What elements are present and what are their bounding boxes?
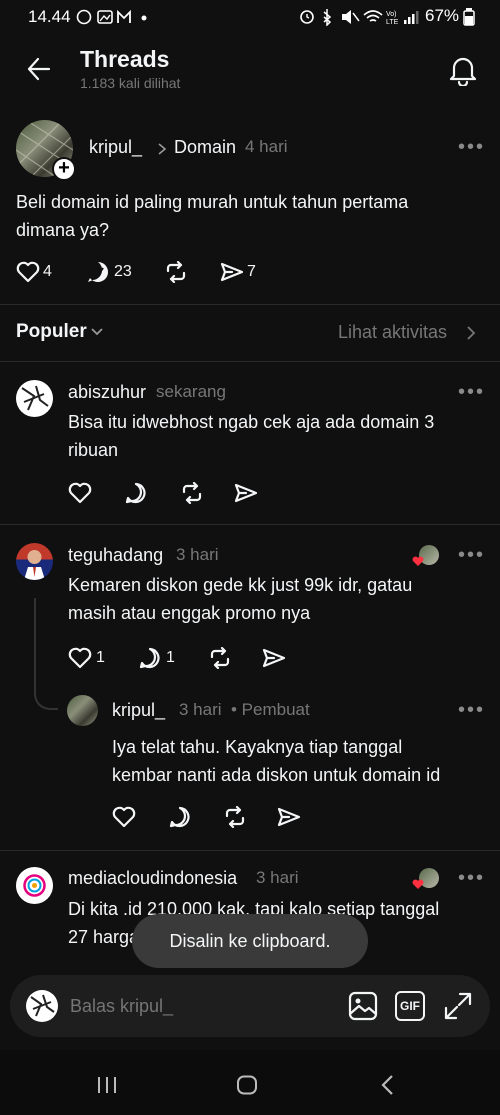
share-icon[interactable] — [277, 806, 301, 828]
divider — [0, 524, 500, 525]
comment-icon[interactable] — [138, 646, 162, 670]
battery-percent: 67% — [425, 6, 460, 25]
post-topic[interactable]: Domain — [174, 137, 236, 158]
comment-text-line: Kemaren diskon gede kk just 99k idr, gat… — [68, 575, 413, 595]
page-title: Threads — [80, 46, 170, 72]
gif-button[interactable]: GIF — [395, 991, 425, 1021]
post-time: 4 hari — [245, 137, 288, 156]
comment-avatar[interactable] — [16, 380, 53, 417]
post-text-line: Beli domain id paling murah untuk tahun … — [16, 192, 409, 212]
comment-text: Kemaren diskon gede kk just 99k idr, gat… — [68, 571, 488, 627]
comment-author[interactable]: teguhadang — [68, 545, 163, 566]
clipboard-toast: Disalin ke clipboard. — [132, 914, 368, 968]
notification-icons — [76, 9, 147, 25]
heart-icon[interactable] — [16, 261, 40, 283]
comment-more-icon[interactable]: ••• — [458, 381, 485, 404]
chevron-down-icon[interactable] — [90, 327, 104, 337]
reply-time: 3 hari — [179, 700, 222, 719]
comment-more-icon[interactable]: ••• — [458, 544, 485, 567]
thread-connector — [34, 598, 58, 710]
status-time: 14.44 — [28, 7, 71, 26]
repost-icon[interactable] — [164, 261, 188, 283]
reply-verified-icon[interactable] — [86, 260, 110, 284]
divider — [0, 304, 500, 305]
bell-icon[interactable] — [449, 54, 477, 86]
divider — [0, 850, 500, 851]
heart-icon[interactable] — [112, 806, 136, 828]
image-icon[interactable] — [348, 991, 378, 1021]
post-like-count: 4 — [43, 263, 52, 280]
reply-author[interactable]: kripul_ — [112, 700, 165, 721]
chevron-right-icon — [158, 143, 167, 155]
heart-badge-icon — [412, 556, 424, 566]
svg-text:Vo): Vo) — [386, 11, 397, 18]
back-arrow-icon[interactable] — [26, 56, 52, 82]
post-text-line: dimana ya? — [16, 220, 110, 240]
comment-author[interactable]: mediacloudindonesia — [68, 868, 237, 889]
my-avatar — [26, 990, 58, 1022]
comment-text: Bisa itu idwebhost ngab cek aja ada doma… — [68, 408, 488, 464]
share-icon[interactable] — [234, 482, 258, 504]
view-count: 1.183 kali dilihat — [80, 75, 181, 91]
reply-bar: GIF — [10, 975, 490, 1037]
share-icon[interactable] — [220, 261, 244, 283]
back-icon[interactable] — [380, 1074, 396, 1096]
comment-text-line: Bisa itu idwebhost ngab cek aja ada doma… — [68, 412, 435, 432]
post-more-icon[interactable]: ••• — [458, 136, 485, 159]
reply-more-icon[interactable]: ••• — [458, 699, 485, 722]
post-reply-count: 23 — [114, 263, 132, 280]
svg-text:LTE: LTE — [386, 19, 399, 26]
heart-icon[interactable] — [68, 482, 92, 504]
comment-time: sekarang — [156, 382, 226, 401]
post-author-name[interactable]: kripul_ — [89, 137, 142, 158]
comment-reply-count: 1 — [166, 649, 175, 666]
reply-text: Iya telat tahu. Kayaknya tiap tanggal ke… — [112, 733, 492, 789]
reply-text-line: kembar nanti ada diskon untuk domain id — [112, 765, 441, 785]
comment-icon[interactable] — [124, 481, 148, 505]
repost-icon[interactable] — [223, 806, 247, 828]
repost-icon[interactable] — [208, 647, 232, 669]
system-icons: Vo) LTE — [300, 9, 419, 26]
comment-time: 3 hari — [176, 545, 219, 564]
comment-text-line: masih atau enggak promo nya — [68, 603, 311, 623]
comment-time: 3 hari — [256, 868, 299, 887]
expand-icon[interactable] — [443, 991, 473, 1021]
chevron-right-icon[interactable] — [466, 325, 476, 341]
comment-more-icon[interactable]: ••• — [458, 867, 485, 890]
comment-author[interactable]: abiszuhur — [68, 382, 146, 403]
sort-popular-dropdown[interactable]: Populer — [16, 321, 87, 343]
home-icon[interactable] — [236, 1075, 258, 1095]
reply-input[interactable] — [70, 989, 320, 1023]
recent-apps-icon[interactable] — [96, 1075, 118, 1095]
divider — [0, 361, 500, 362]
comment-avatar[interactable] — [16, 543, 53, 580]
follow-plus-icon[interactable]: + — [52, 157, 76, 181]
header: Threads 1.183 kali dilihat — [0, 34, 500, 106]
post-share-count: 7 — [247, 263, 256, 280]
battery-icon — [463, 8, 475, 26]
post-text: Beli domain id paling murah untuk tahun … — [16, 188, 486, 244]
share-icon[interactable] — [262, 647, 286, 669]
heart-icon[interactable] — [68, 647, 92, 669]
author-badge: • Pembuat — [231, 700, 310, 719]
heart-badge-icon — [412, 879, 424, 889]
status-bar: 14.44 Vo) LTE 67% — [0, 0, 500, 34]
comment-avatar[interactable] — [16, 867, 53, 904]
comment-icon[interactable] — [168, 805, 192, 829]
comment-text-line: ribuan — [68, 440, 119, 460]
comment-like-count: 1 — [96, 649, 105, 666]
view-activity-link[interactable]: Lihat aktivitas — [338, 322, 447, 343]
repost-icon[interactable] — [180, 482, 204, 504]
reply-text-line: Iya telat tahu. Kayaknya tiap tanggal — [112, 737, 403, 757]
reply-avatar[interactable] — [67, 695, 98, 726]
system-nav-bar — [0, 1050, 500, 1115]
